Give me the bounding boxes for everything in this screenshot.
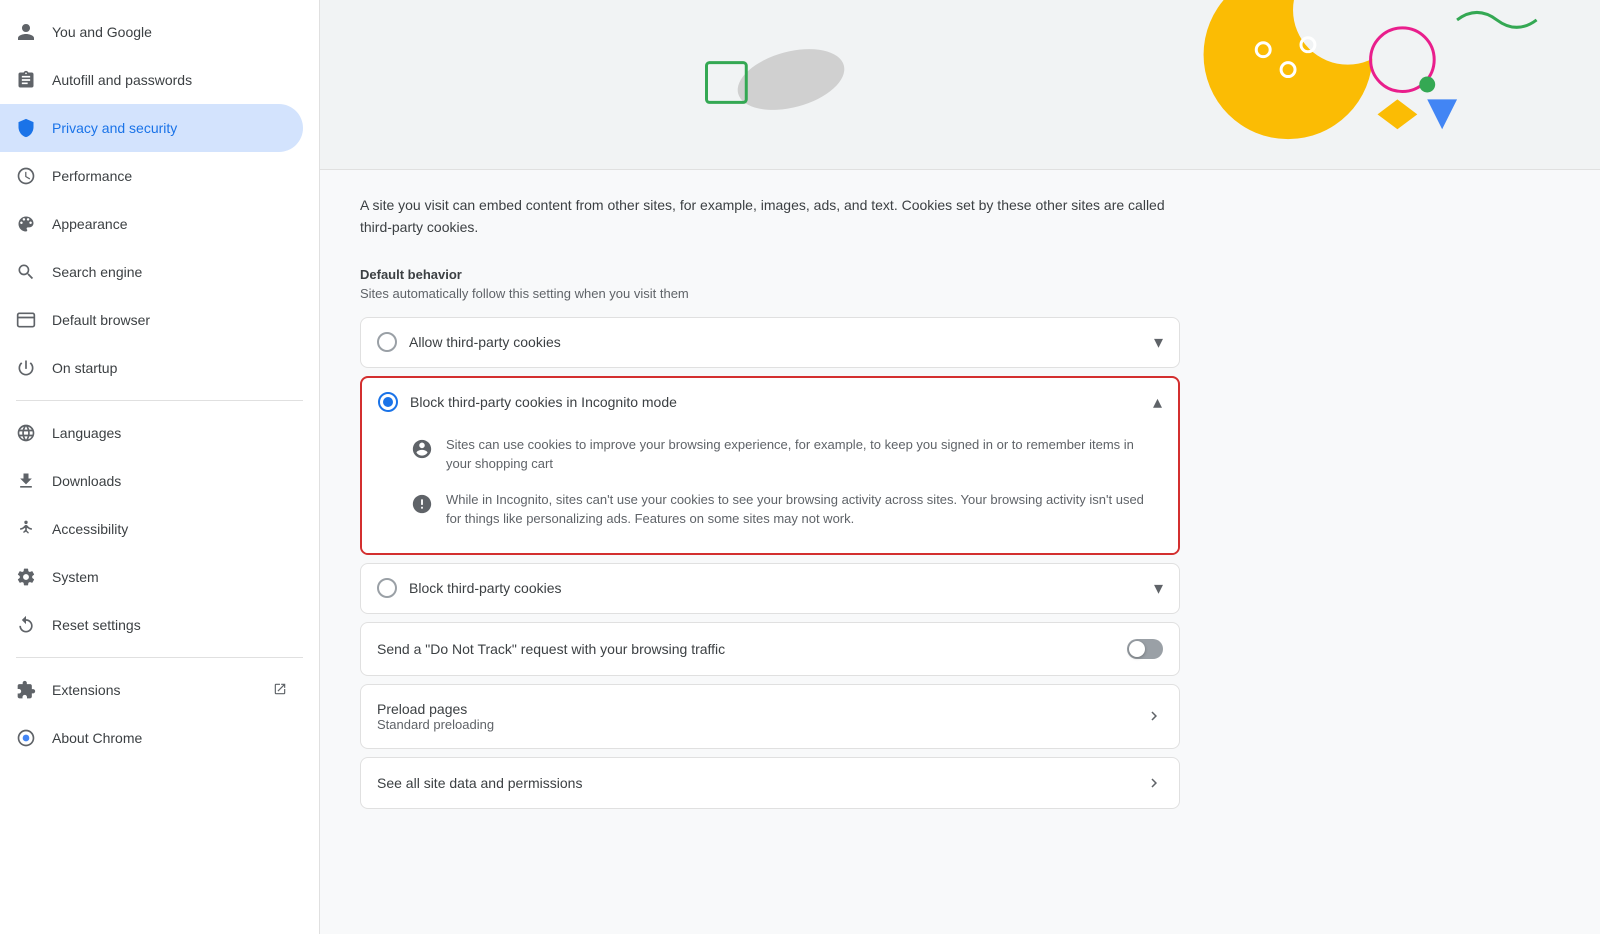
sidebar-item-you-google[interactable]: You and Google [0, 8, 303, 56]
sidebar-item-default-browser[interactable]: Default browser [0, 296, 303, 344]
sidebar-item-reset-settings[interactable]: Reset settings [0, 601, 303, 649]
block-incognito-expanded: Sites can use cookies to improve your br… [362, 427, 1178, 553]
sidebar-item-languages[interactable]: Languages [0, 409, 303, 457]
preload-pages-row[interactable]: Preload pages Standard preloading [360, 684, 1180, 749]
block-all-label: Block third-party cookies [409, 580, 1142, 596]
sidebar-item-search-engine[interactable]: Search engine [0, 248, 303, 296]
sidebar-item-privacy[interactable]: Privacy and security [0, 104, 303, 152]
do-not-track-toggle[interactable] [1127, 639, 1163, 659]
globe-icon [16, 423, 36, 443]
sidebar-label-autofill: Autofill and passwords [52, 72, 287, 88]
sidebar-label-accessibility: Accessibility [52, 521, 287, 537]
assignment-icon [16, 70, 36, 90]
block-incognito-label: Block third-party cookies in Incognito m… [410, 394, 1141, 410]
do-not-track-row: Send a "Do Not Track" request with your … [360, 622, 1180, 676]
sidebar-label-appearance: Appearance [52, 216, 287, 232]
description: A site you visit can embed content from … [360, 194, 1180, 239]
preload-pages-label: Preload pages [377, 701, 494, 717]
block-all-chevron: ▾ [1154, 578, 1163, 599]
preload-pages-arrow [1145, 707, 1163, 725]
sidebar-label-about-chrome: About Chrome [52, 730, 287, 746]
block-incognito-radio[interactable] [378, 392, 398, 412]
sidebar-divider-1 [16, 400, 303, 401]
sidebar-label-you-google: You and Google [52, 24, 287, 40]
block-info-icon [410, 492, 434, 516]
power-icon [16, 358, 36, 378]
download-icon [16, 471, 36, 491]
reset-icon [16, 615, 36, 635]
sidebar-item-downloads[interactable]: Downloads [0, 457, 303, 505]
sidebar-label-languages: Languages [52, 425, 287, 441]
sidebar-label-system: System [52, 569, 287, 585]
site-data-row[interactable]: See all site data and permissions [360, 757, 1180, 809]
sidebar-item-extensions[interactable]: Extensions [0, 666, 303, 714]
sidebar-label-reset-settings: Reset settings [52, 617, 287, 633]
sidebar-label-default-browser: Default browser [52, 312, 287, 328]
sidebar-label-performance: Performance [52, 168, 287, 184]
sidebar-label-search-engine: Search engine [52, 264, 287, 280]
settings-icon [16, 567, 36, 587]
sidebar-divider-2 [16, 657, 303, 658]
expanded-text-incognito: While in Incognito, sites can't use your… [446, 490, 1162, 529]
preload-pages-sublabel: Standard preloading [377, 717, 494, 732]
block-incognito-option: Block third-party cookies in Incognito m… [360, 376, 1180, 555]
person-icon [16, 22, 36, 42]
preload-pages-text: Preload pages Standard preloading [377, 701, 494, 732]
block-all-header[interactable]: Block third-party cookies ▾ [361, 564, 1179, 613]
site-data-label: See all site data and permissions [377, 775, 582, 791]
default-behavior-subtitle: Sites automatically follow this setting … [360, 286, 1180, 301]
sidebar-item-system[interactable]: System [0, 553, 303, 601]
sidebar-item-about-chrome[interactable]: About Chrome [0, 714, 303, 762]
block-all-option: Block third-party cookies ▾ [360, 563, 1180, 614]
cookie-info-icon [410, 437, 434, 461]
sidebar-item-accessibility[interactable]: Accessibility [0, 505, 303, 553]
main-content: A site you visit can embed content from … [320, 0, 1600, 934]
sidebar-item-on-startup[interactable]: On startup [0, 344, 303, 392]
allow-cookies-header[interactable]: Allow third-party cookies ▾ [361, 318, 1179, 367]
puzzle-icon [16, 680, 36, 700]
cookie-illustration [320, 0, 1600, 170]
block-incognito-header[interactable]: Block third-party cookies in Incognito m… [362, 378, 1178, 427]
do-not-track-label: Send a "Do Not Track" request with your … [377, 641, 725, 657]
expanded-text-cookies: Sites can use cookies to improve your br… [446, 435, 1162, 474]
sidebar-item-appearance[interactable]: Appearance [0, 200, 303, 248]
block-incognito-chevron: ▴ [1153, 392, 1162, 413]
default-behavior-title: Default behavior [360, 267, 1180, 282]
allow-cookies-radio[interactable] [377, 332, 397, 352]
settings-content: A site you visit can embed content from … [320, 170, 1220, 841]
default-behavior-section: Default behavior Sites automatically fol… [360, 267, 1180, 301]
chrome-icon [16, 728, 36, 748]
expanded-item-incognito: While in Incognito, sites can't use your… [410, 482, 1162, 537]
sidebar-label-on-startup: On startup [52, 360, 287, 376]
allow-cookies-option: Allow third-party cookies ▾ [360, 317, 1180, 368]
expanded-item-cookies: Sites can use cookies to improve your br… [410, 427, 1162, 482]
speed-icon [16, 166, 36, 186]
sidebar: You and Google Autofill and passwords Pr… [0, 0, 320, 934]
block-all-radio[interactable] [377, 578, 397, 598]
sidebar-item-performance[interactable]: Performance [0, 152, 303, 200]
site-data-arrow [1145, 774, 1163, 792]
browser-icon [16, 310, 36, 330]
external-link-icon [273, 682, 287, 699]
allow-cookies-label: Allow third-party cookies [409, 334, 1142, 350]
palette-icon [16, 214, 36, 234]
sidebar-label-extensions: Extensions [52, 682, 120, 698]
sidebar-label-privacy: Privacy and security [52, 120, 287, 136]
accessibility-icon [16, 519, 36, 539]
sidebar-item-autofill[interactable]: Autofill and passwords [0, 56, 303, 104]
search-icon [16, 262, 36, 282]
sidebar-label-downloads: Downloads [52, 473, 287, 489]
allow-cookies-chevron: ▾ [1154, 332, 1163, 353]
shield-icon [16, 118, 36, 138]
